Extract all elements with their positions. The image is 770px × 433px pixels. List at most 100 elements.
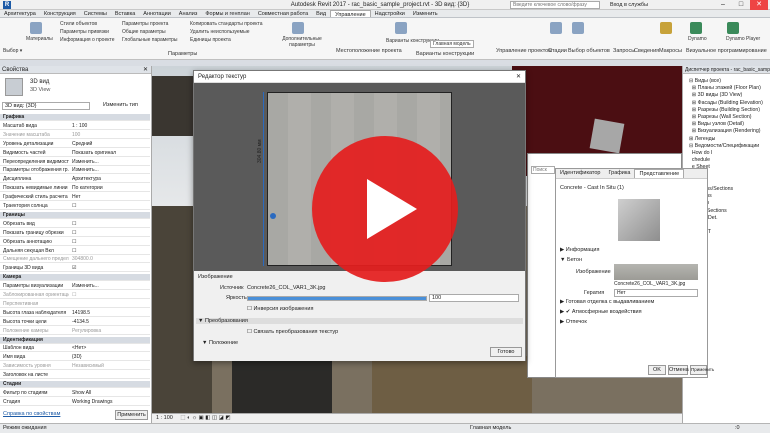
dynamo-icon[interactable] — [690, 22, 702, 34]
property-value[interactable]: 100 — [72, 132, 148, 139]
property-row[interactable]: Высота точки цели -4134.5 — [0, 319, 150, 326]
cancel-button[interactable]: Отмена — [668, 365, 689, 375]
instance-selector[interactable]: 3D вид: {3D} — [2, 102, 90, 110]
property-value[interactable]: Показать оригинал — [72, 150, 148, 157]
brightness-input[interactable]: 100 — [429, 294, 519, 302]
property-value[interactable]: ☐ — [72, 221, 148, 228]
relief-section[interactable]: ▶ Отпечок — [560, 319, 587, 325]
concrete-section[interactable]: ▼ Бетон — [560, 257, 582, 263]
property-row[interactable]: Траектория солнца ☐ — [0, 203, 150, 210]
materials-icon[interactable] — [30, 22, 42, 34]
select-dropdown[interactable]: Выбор ▾ — [3, 48, 22, 54]
property-value[interactable]: 14198.5 — [72, 310, 148, 317]
property-row[interactable]: Обрезать аннотацию ☐ — [0, 239, 150, 246]
browser-item[interactable]: ⊞ Фасады (Building Elevation) — [689, 100, 763, 106]
property-row[interactable]: Уровень детализации Средний — [0, 141, 150, 148]
property-row[interactable]: Зависимость уровня Независимый — [0, 363, 150, 371]
property-value[interactable]: Изменить... — [72, 159, 148, 166]
position-section[interactable]: ▼ Положение — [202, 340, 238, 346]
signin-button[interactable]: Вход в службы — [610, 2, 648, 8]
property-row[interactable]: Масштаб вида 1 : 100 — [0, 123, 150, 130]
finish-section[interactable]: ▶ Готовая отделка с выдавливанием — [560, 299, 654, 305]
additional-settings-button[interactable]: Дополнительные параметры — [282, 36, 322, 48]
project-params-button[interactable]: Параметры проекта — [122, 21, 178, 27]
property-value[interactable]: Архитектура — [72, 176, 148, 183]
property-value[interactable]: ☐ — [72, 239, 148, 246]
project-units-button[interactable]: Единицы проекта — [190, 37, 263, 43]
materials-button[interactable]: Материалы — [26, 36, 53, 42]
minimize-icon[interactable]: – — [714, 0, 732, 10]
property-row[interactable]: Показать невидимые линии По категории — [0, 185, 150, 193]
snaps-button[interactable]: Параметры привязки — [60, 29, 114, 35]
property-row[interactable]: Переопределения видимости... Изменить... — [0, 159, 150, 166]
browser-item[interactable]: ⊞ Разрезы (Wall Section) — [689, 114, 752, 120]
property-row[interactable]: Дальняя секущая Вкл ☐ — [0, 248, 150, 255]
property-row[interactable]: Высота глаза наблюдателя 14198.5 — [0, 310, 150, 317]
property-row[interactable]: Видимость частей Показать оригинал — [0, 150, 150, 157]
property-row[interactable]: Перспективная — [0, 301, 150, 308]
tab-0[interactable]: Архитектура — [0, 10, 40, 17]
property-row[interactable]: Дисциплина Архитектура — [0, 176, 150, 184]
tint-select[interactable]: Нет — [614, 289, 698, 297]
property-value[interactable]: Изменить... — [72, 283, 148, 290]
tab-3[interactable]: Вставка — [111, 10, 139, 17]
property-row[interactable]: Границы 3D вида ☑ — [0, 265, 150, 273]
tab-8[interactable]: Вид — [312, 10, 330, 17]
property-value[interactable]: ☐ — [72, 248, 148, 255]
property-row[interactable]: Имя вида {3D} — [0, 354, 150, 362]
browser-item[interactable]: ⊟ Ведомости/Спецификации — [689, 143, 759, 149]
weathering-section[interactable]: ▶ ✔ Атмосферные воздействия — [560, 309, 642, 315]
main-model-status[interactable]: Главная модель — [470, 424, 511, 433]
property-value[interactable]: Working Drawings — [72, 399, 148, 406]
browser-item[interactable]: ⊞ Легенды — [689, 136, 715, 142]
main-model-select[interactable]: Главная модель — [430, 40, 474, 48]
property-value[interactable]: 304800.0 — [72, 256, 148, 263]
property-section[interactable]: Идентификация — [0, 336, 150, 344]
image-thumbnail[interactable] — [614, 264, 698, 280]
property-section[interactable]: Графика — [0, 114, 150, 121]
view-control-icons[interactable]: ⬚ ◐ ☼ ▣ ◧ ◫ ◪ ◩ — [180, 415, 230, 421]
tab-4[interactable]: Аннотации — [139, 10, 175, 17]
tab-5[interactable]: Анализ — [175, 10, 202, 17]
design-options-icon[interactable] — [395, 22, 407, 34]
property-row[interactable]: Положение камеры Регулировка — [0, 328, 150, 335]
property-row[interactable]: Заголовок на листе — [0, 372, 150, 380]
property-value[interactable]: Нет — [72, 194, 148, 201]
browser-item[interactable]: ⊟ Виды (все) — [689, 78, 721, 84]
property-value[interactable]: ☐ — [72, 203, 148, 210]
property-value[interactable]: 1 : 100 — [72, 123, 148, 130]
texture-editor-close-icon[interactable]: ✕ — [516, 71, 521, 83]
tab-1[interactable]: Конструкция — [40, 10, 80, 17]
move-handle-icon[interactable] — [270, 213, 276, 219]
browser-item[interactable]: ⊞ Планы этажей (Floor Plan) — [689, 85, 761, 91]
maximize-icon[interactable]: □ — [732, 0, 750, 10]
tab-11[interactable]: Изменить — [409, 10, 442, 17]
transforms-section[interactable]: ▼ Преобразования — [196, 318, 523, 324]
search-input[interactable]: Введите ключевое слово/фразу — [510, 1, 600, 9]
tab-graphics[interactable]: Графика — [605, 169, 635, 178]
tab-identity[interactable]: Идентификатор — [556, 169, 605, 178]
property-section[interactable]: Стадии — [0, 381, 150, 388]
property-value[interactable]: {3D} — [72, 354, 148, 361]
browser-item[interactable]: How do I — [689, 150, 712, 156]
property-value[interactable]: По категории — [72, 185, 148, 192]
property-value[interactable]: Изменить... — [72, 167, 148, 174]
property-value[interactable]: ☑ — [72, 265, 148, 272]
brightness-slider[interactable] — [247, 296, 427, 301]
property-row[interactable]: Показать границу обрезки ☐ — [0, 230, 150, 237]
tab-7[interactable]: Совместная работа — [254, 10, 312, 17]
shared-params-button[interactable]: Общие параметры — [122, 29, 178, 35]
property-row[interactable]: Обрезать вид ☐ — [0, 221, 150, 228]
browser-item[interactable]: chedule — [689, 157, 710, 163]
select-objects-icon[interactable] — [572, 22, 584, 34]
revit-logo-icon[interactable]: R — [3, 1, 11, 9]
property-value[interactable]: ☐ — [72, 230, 148, 237]
property-row[interactable]: Значение масштаба 100 — [0, 132, 150, 139]
purge-button[interactable]: Удалить неиспользуемые — [190, 29, 263, 35]
property-value[interactable]: ☐ — [72, 292, 148, 299]
done-button[interactable]: Готово — [490, 347, 522, 357]
tab-2[interactable]: Системы — [80, 10, 111, 17]
property-value[interactable]: -4134.5 — [72, 319, 148, 326]
link-transforms-checkbox[interactable]: ☐ Связать преобразования текстур — [247, 329, 338, 335]
project-info-button[interactable]: Информация о проекте — [60, 37, 114, 43]
